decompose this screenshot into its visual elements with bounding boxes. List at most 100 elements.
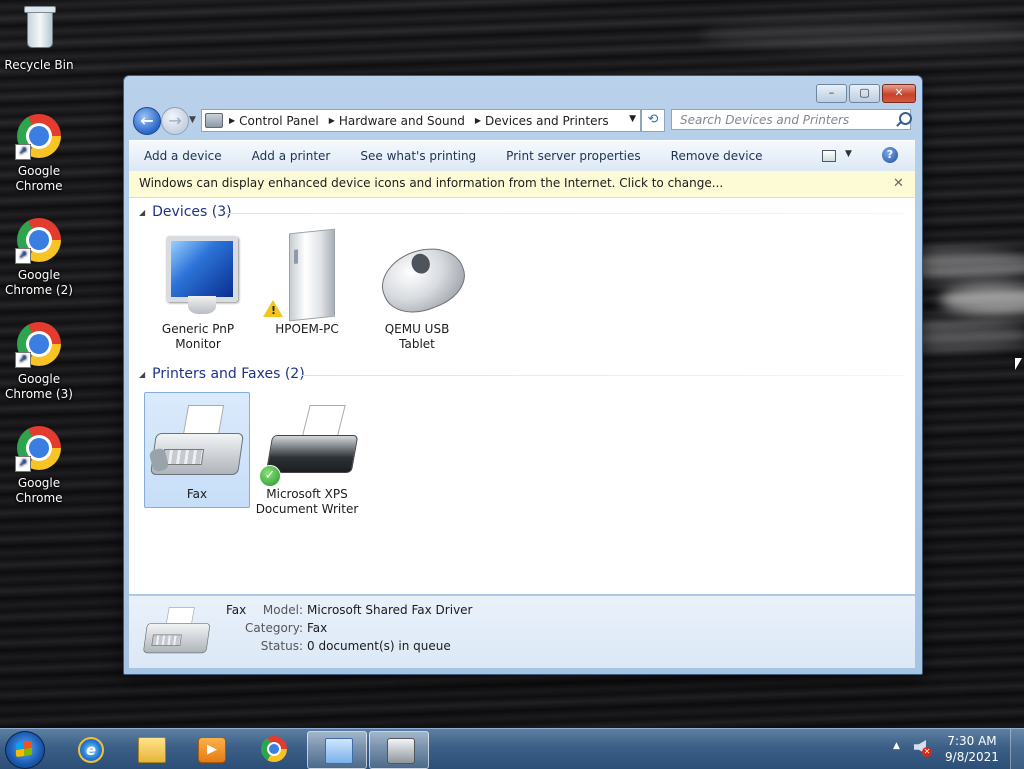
warning-icon	[263, 300, 283, 318]
shortcut-arrow-icon: ↗	[15, 248, 31, 264]
devices-group-header[interactable]: ◢ Devices (3)	[139, 204, 232, 220]
taskbar-internet-explorer[interactable]: e	[60, 731, 118, 767]
device-label: HPOEM-PC	[275, 322, 339, 336]
breadcrumb-devices-and-printers[interactable]: Devices and Printers	[481, 114, 617, 128]
windows-logo-icon	[16, 740, 32, 758]
device-label: Microsoft XPS Document Writer	[255, 487, 359, 516]
desktop-icon-label: Google Chrome (2)	[5, 268, 73, 297]
group-title: Devices (3)	[152, 204, 232, 220]
recent-pages-dropdown[interactable]: ▼	[189, 115, 196, 125]
media-player-icon: ▶	[198, 737, 226, 763]
details-pane: Fax Model: Microsoft Shared Fax Driver C…	[129, 595, 915, 668]
devices-and-printers-window: – ▢ ✕ ← → ▼ ▶ Control Panel ▶ Hardware a…	[123, 75, 923, 675]
taskbar-chrome[interactable]	[245, 731, 303, 767]
collapse-triangle-icon[interactable]: ◢	[139, 208, 145, 217]
details-status-value: 0 document(s) in queue	[307, 639, 451, 653]
taskbar-fax[interactable]	[369, 731, 429, 769]
address-bar[interactable]: ▶ Control Panel ▶ Hardware and Sound ▶ D…	[201, 109, 641, 132]
device-label: Generic PnP Monitor	[161, 322, 235, 351]
group-divider	[225, 204, 905, 222]
refresh-button[interactable]: ⟲	[641, 109, 665, 132]
add-printer-button[interactable]: Add a printer	[237, 149, 346, 163]
taskbar: e ▶ ▲ ✕ 7:30 AM 9/8/2021	[0, 728, 1024, 769]
shortcut-arrow-icon: ↗	[15, 352, 31, 368]
device-label: QEMU USB Tablet	[384, 322, 450, 351]
control-panel-icon	[205, 113, 223, 128]
minimize-button[interactable]: –	[816, 84, 847, 103]
fax-icon	[387, 738, 415, 764]
breadcrumb-separator: ▶	[328, 116, 335, 125]
maximize-button[interactable]: ▢	[849, 84, 880, 103]
chrome-icon	[261, 736, 287, 762]
forward-button[interactable]: →	[161, 107, 189, 135]
clock-date: 9/8/2021	[945, 750, 999, 764]
address-dropdown-icon[interactable]: ▼	[629, 114, 636, 124]
information-bar[interactable]: Windows can display enhanced device icon…	[129, 171, 915, 198]
device-fax[interactable]: Fax	[144, 392, 250, 508]
internet-explorer-icon: e	[78, 737, 104, 763]
printer-icon: ✓	[255, 393, 359, 487]
details-model-label: Model:	[262, 603, 303, 617]
breadcrumb-hardware-and-sound[interactable]: Hardware and Sound	[335, 114, 473, 128]
desktop-icon-chrome-4[interactable]: ↗ Google Chrome	[1, 424, 77, 506]
change-view-icon[interactable]	[822, 150, 836, 162]
device-qemu-usb-tablet[interactable]: QEMU USB Tablet	[365, 228, 474, 352]
breadcrumb-separator: ▶	[474, 116, 481, 125]
navigation-bar: ← → ▼ ▶ Control Panel ▶ Hardware and Sou…	[131, 107, 915, 135]
details-status-label: Status:	[260, 639, 303, 653]
see-whats-printing-button[interactable]: See what's printing	[345, 149, 491, 163]
breadcrumb-separator: ▶	[229, 116, 236, 125]
taskbar-control-panel[interactable]	[307, 731, 367, 769]
details-model-value: Microsoft Shared Fax Driver	[307, 603, 473, 617]
remove-device-button[interactable]: Remove device	[656, 149, 778, 163]
desktop-icon-recycle-bin[interactable]: Recycle Bin	[1, 6, 77, 73]
desktop-icon-label: Google Chrome (3)	[5, 372, 73, 401]
close-button[interactable]: ✕	[882, 84, 916, 103]
group-divider	[301, 366, 905, 384]
details-category-value: Fax	[307, 621, 328, 635]
view-options-dropdown[interactable]: ▼	[845, 149, 852, 159]
desktop-icon-chrome-2[interactable]: ↗ Google Chrome (2)	[1, 216, 77, 298]
desktop-icon-label: Recycle Bin	[4, 58, 74, 72]
search-icon	[899, 112, 912, 125]
collapse-triangle-icon[interactable]: ◢	[139, 370, 145, 379]
clock-time: 7:30 AM	[947, 734, 997, 748]
taskbar-media-player[interactable]: ▶	[181, 731, 239, 767]
windows-explorer-icon	[138, 737, 166, 763]
details-category-label: Category:	[245, 621, 303, 635]
taskbar-windows-explorer[interactable]	[121, 731, 179, 767]
show-hidden-icons-button[interactable]: ▲	[893, 741, 900, 751]
add-device-button[interactable]: Add a device	[129, 149, 237, 163]
shortcut-arrow-icon: ↗	[15, 144, 31, 160]
computer-tower-icon	[255, 228, 359, 322]
device-hpoem-pc[interactable]: HPOEM-PC	[255, 228, 359, 337]
printers-group-header[interactable]: ◢ Printers and Faxes (2)	[139, 366, 305, 382]
back-button[interactable]: ←	[133, 107, 161, 135]
group-title: Printers and Faxes (2)	[152, 366, 305, 382]
muted-icon: ✕	[922, 747, 932, 757]
desktop-icon-label: Google Chrome	[15, 476, 63, 505]
desktop-icon-label: Google Chrome	[15, 164, 63, 193]
mouse-cursor-icon	[1015, 358, 1022, 370]
start-button[interactable]	[5, 731, 45, 769]
system-clock[interactable]: 7:30 AM 9/8/2021	[940, 733, 1004, 765]
monitor-icon	[146, 228, 250, 322]
mouse-icon	[365, 228, 474, 324]
shortcut-arrow-icon: ↗	[15, 456, 31, 472]
desktop-icon-chrome[interactable]: ↗ Google Chrome	[1, 112, 77, 194]
device-label: Fax	[186, 487, 208, 501]
search-button[interactable]	[897, 112, 913, 128]
print-server-properties-button[interactable]: Print server properties	[491, 149, 655, 163]
desktop-icon-chrome-3[interactable]: ↗ Google Chrome (3)	[1, 320, 77, 402]
command-bar: Add a device Add a printer See what's pr…	[129, 140, 915, 172]
help-icon[interactable]: ?	[882, 147, 898, 163]
information-bar-close-button[interactable]: ✕	[893, 171, 904, 196]
fax-icon	[145, 393, 249, 487]
device-list: ◢ Devices (3) Generic PnP Monitor HPOEM-…	[129, 198, 915, 594]
show-desktop-button[interactable]	[1010, 729, 1024, 769]
breadcrumb-control-panel[interactable]: Control Panel	[235, 114, 327, 128]
device-generic-pnp-monitor[interactable]: Generic PnP Monitor	[146, 228, 250, 352]
search-input[interactable]: Search Devices and Printers	[671, 109, 911, 130]
information-bar-text: Windows can display enhanced device icon…	[139, 176, 724, 190]
device-microsoft-xps-document-writer[interactable]: ✓ Microsoft XPS Document Writer	[255, 393, 359, 517]
